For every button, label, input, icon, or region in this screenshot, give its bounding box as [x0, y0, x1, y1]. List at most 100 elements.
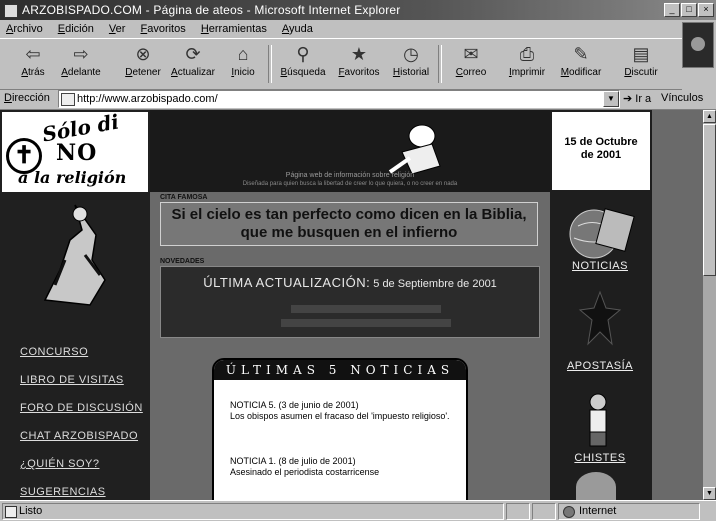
- window-title: ARZOBISPADO.COM - Página de ateos - Micr…: [22, 3, 401, 17]
- address-url: http://www.arzobispado.com/: [77, 93, 218, 105]
- menu-bar: Archivo Edición Ver Favoritos Herramient…: [0, 20, 716, 38]
- right-column: 15 de Octubre de 2001 NOTICIAS APOSTASÍA…: [550, 110, 703, 500]
- forward-icon: ⇨: [73, 44, 89, 64]
- update-text-placeholder: [281, 319, 451, 327]
- menu-herramientas[interactable]: Herramientas: [195, 20, 273, 38]
- favorites-icon: ★: [350, 44, 368, 64]
- mail-icon: ✉: [463, 44, 479, 64]
- partial-icon: [576, 472, 616, 500]
- zone-text: Internet: [579, 505, 617, 517]
- last-update-date: 5 de Septiembre de 2001: [373, 278, 497, 290]
- news-item[interactable]: NOTICIA 5. (3 de junio de 2001) Los obis…: [230, 400, 450, 422]
- toolbar-separator: [268, 45, 272, 83]
- globe-newspaper-icon[interactable]: [564, 202, 636, 262]
- toolbar-separator: [438, 45, 442, 83]
- menu-archivo[interactable]: Archivo: [0, 20, 49, 38]
- forward-button[interactable]: ⇨ Adelante: [54, 41, 108, 87]
- security-zone: Internet: [558, 503, 700, 520]
- left-column: Sólo di ✝ NO a la religión CONCURSO LIBR…: [0, 110, 150, 500]
- go-label: Ir a: [635, 93, 652, 105]
- quote-line-2: que me busquen en el infierno: [240, 224, 458, 241]
- news-item-title: NOTICIA 1. (8 de julio de 2001): [230, 456, 356, 466]
- scroll-up-arrow-icon[interactable]: ▲: [703, 110, 716, 123]
- discuss-icon: ▤: [632, 44, 650, 64]
- discuss-button[interactable]: ▤ Discutir: [614, 41, 668, 87]
- latest-news-heading: ÚLTIMAS 5 NOTICIAS: [214, 360, 466, 380]
- favorites-button[interactable]: ★ Favoritos: [332, 41, 386, 87]
- history-icon: ◷: [403, 44, 419, 64]
- back-icon: ⇦: [25, 44, 41, 64]
- menu-edicion[interactable]: Edición: [52, 20, 100, 38]
- site-banner: Página web de información sobre religión…: [150, 110, 550, 192]
- date-line-1: 15 de Octubre: [564, 136, 638, 148]
- status-text: Listo: [19, 505, 43, 517]
- news-item-title: NOTICIA 5. (3 de junio de 2001): [230, 400, 359, 410]
- logo-text-no: NO: [56, 140, 98, 166]
- standard-toolbar: ⇦ Atrás ⇨ Adelante ⊗ Detener ⟳ Actualizar ⌂ I…: [0, 38, 682, 90]
- go-arrow-icon: ➔: [623, 93, 633, 105]
- address-bar: Dirección http://www.arzobispado.com/ ▼ …: [0, 89, 716, 110]
- search-button[interactable]: ⚲ Búsqueda: [276, 41, 330, 87]
- address-dropdown-button[interactable]: ▼: [603, 91, 619, 107]
- scroll-thumb[interactable]: [703, 124, 716, 276]
- search-icon: ⚲: [296, 44, 310, 64]
- left-navigation: CONCURSO LIBRO DE VISITAS FORO DE DISCUS…: [0, 338, 150, 500]
- address-label: Dirección: [4, 92, 50, 104]
- vertical-scrollbar[interactable]: ▲ ▼: [703, 110, 716, 500]
- scroll-down-arrow-icon[interactable]: ▼: [703, 487, 716, 500]
- devil-figure-icon[interactable]: [572, 288, 628, 348]
- status-panel: [532, 503, 556, 520]
- refresh-button[interactable]: ⟳ Actualizar: [166, 41, 220, 87]
- edit-button[interactable]: ✎ Modificar: [554, 41, 608, 87]
- status-main: Listo: [2, 503, 504, 520]
- quote-line-1: Si el cielo es tan perfecto como dicen e…: [171, 206, 527, 223]
- menu-favoritos[interactable]: Favoritos: [134, 20, 191, 38]
- back-button[interactable]: ⇦ Atrás: [6, 41, 60, 87]
- page-icon: [61, 93, 75, 106]
- cartoon-character-icon[interactable]: [584, 392, 612, 450]
- nav-apostasia[interactable]: APOSTASÍA: [550, 360, 650, 372]
- nav-chat-arzobispado[interactable]: CHAT ARZOBISPADO: [0, 422, 150, 450]
- stop-button[interactable]: ⊗ Detener: [116, 41, 170, 87]
- update-text-placeholder: [291, 305, 441, 313]
- nav-quien-soy[interactable]: ¿QUIÉN SOY?: [0, 450, 150, 478]
- last-update-title: ÚLTIMA ACTUALIZACIÓN:: [203, 275, 371, 290]
- address-input[interactable]: http://www.arzobispado.com/ ▼: [58, 90, 620, 108]
- page-viewport: Sólo di ✝ NO a la religión CONCURSO LIBR…: [0, 110, 703, 500]
- go-button[interactable]: ➔ Ir a: [623, 92, 651, 105]
- maximize-button[interactable]: □: [681, 3, 697, 17]
- menu-ayuda[interactable]: Ayuda: [276, 20, 319, 38]
- news-item-body: Asesinado el periodista costarricense: [230, 467, 380, 477]
- nav-foro-de-discusion[interactable]: FORO DE DISCUSIÓN: [0, 394, 150, 422]
- nav-concurso[interactable]: CONCURSO: [0, 338, 150, 366]
- praying-figure-illustration: [43, 204, 106, 306]
- site-logo[interactable]: Sólo di ✝ NO a la religión: [2, 110, 148, 192]
- status-bar: Listo Internet: [0, 500, 716, 521]
- nav-sugerencias[interactable]: SUGERENCIAS: [0, 478, 150, 500]
- internet-zone-icon: [563, 506, 575, 518]
- close-button[interactable]: ×: [698, 3, 714, 17]
- title-bar[interactable]: ARZOBISPADO.COM - Página de ateos - Micr…: [0, 0, 716, 20]
- news-item[interactable]: NOTICIA 1. (8 de julio de 2001) Asesinad…: [230, 456, 450, 478]
- nav-chistes[interactable]: CHISTES: [550, 452, 650, 464]
- minimize-button[interactable]: _: [664, 3, 680, 17]
- refresh-icon: ⟳: [185, 44, 201, 64]
- history-button[interactable]: ◷ Historial: [384, 41, 438, 87]
- print-button[interactable]: ⎙ Imprimir: [500, 41, 554, 87]
- menu-ver[interactable]: Ver: [103, 20, 132, 38]
- latest-news-box: ÚLTIMAS 5 NOTICIAS NOTICIA 5. (3 de juni…: [212, 358, 468, 500]
- mail-button[interactable]: ✉ Correo: [444, 41, 498, 87]
- links-button[interactable]: Vínculos: [661, 92, 703, 104]
- famous-quote: Si el cielo es tan perfecto como dicen e…: [160, 202, 538, 246]
- home-button[interactable]: ⌂ Inicio: [216, 41, 270, 87]
- status-panel: [506, 503, 530, 520]
- news-item-body: Los obispos asumen el fracaso del 'impue…: [230, 411, 450, 421]
- nav-libro-de-visitas[interactable]: LIBRO DE VISITAS: [0, 366, 150, 394]
- date-line-2: de 2001: [580, 149, 622, 161]
- print-icon: ⎙: [519, 44, 535, 64]
- quote-label: CITA FAMOSA: [160, 194, 208, 201]
- ie-throbber-logo: [682, 22, 714, 68]
- nav-noticias[interactable]: NOTICIAS: [550, 260, 650, 272]
- logo-text-religion: a la religión: [18, 168, 127, 187]
- stop-icon: ⊗: [135, 44, 151, 64]
